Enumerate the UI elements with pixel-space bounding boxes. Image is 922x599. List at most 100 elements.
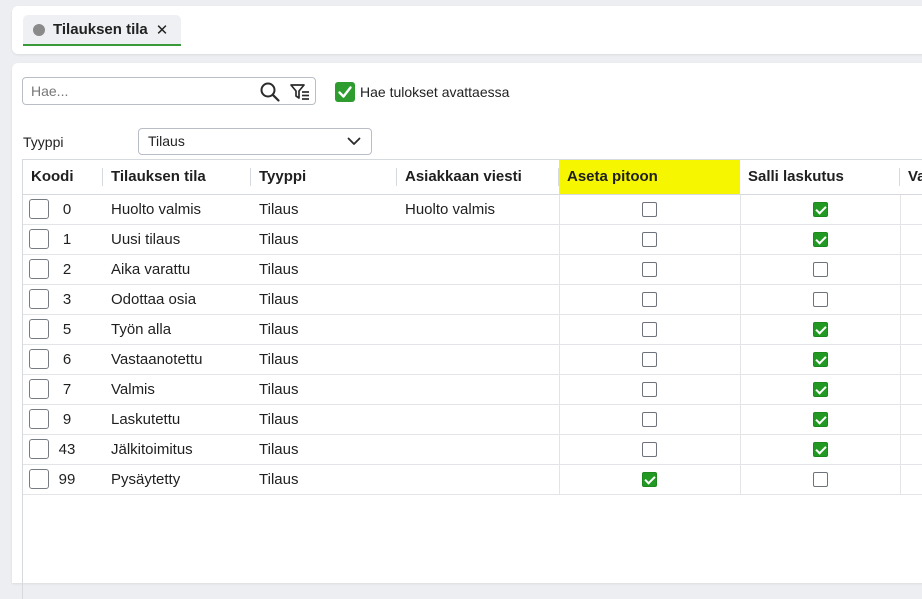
status-cell: Aika varattu: [103, 254, 251, 285]
message-cell: [397, 434, 559, 465]
table-row[interactable]: 6 Vastaanotettu Tilaus: [23, 344, 922, 375]
hold-checkbox[interactable]: [642, 232, 657, 248]
checkmark-icon: [338, 86, 352, 98]
tab-status-dot-icon: [33, 23, 45, 36]
type-cell: Tilaus: [251, 194, 397, 225]
status-cell: Pysäytetty: [103, 464, 251, 495]
row-select-checkbox[interactable]: [29, 319, 49, 339]
invoice-cell: [739, 224, 900, 255]
hold-checkbox[interactable]: [642, 382, 657, 398]
type-cell: Tilaus: [251, 224, 397, 255]
hold-checkbox[interactable]: [642, 292, 657, 308]
type-cell: Tilaus: [251, 314, 397, 345]
column-header-salli-laskutus[interactable]: Salli laskutus: [740, 160, 900, 195]
type-filter-value: Tilaus: [148, 133, 185, 149]
hold-checkbox[interactable]: [642, 442, 657, 458]
message-cell: [397, 224, 559, 255]
hold-checkbox[interactable]: [642, 262, 657, 278]
invoice-checkbox[interactable]: [812, 202, 828, 218]
hold-checkbox[interactable]: [642, 472, 657, 488]
column-header-asiakkaan-viesti[interactable]: Asiakkaan viesti: [397, 160, 559, 195]
invoice-checkbox[interactable]: [812, 442, 828, 458]
hold-cell: [558, 344, 740, 375]
column-header-aseta-pitoon[interactable]: Aseta pitoon: [559, 160, 740, 195]
row-select-checkbox[interactable]: [29, 289, 49, 309]
invoice-checkbox[interactable]: [812, 292, 828, 308]
code-cell: 3: [23, 284, 103, 315]
type-filter-select[interactable]: Tilaus: [138, 128, 372, 155]
hold-cell: [558, 284, 740, 315]
filter-icon[interactable]: [289, 81, 311, 103]
close-icon[interactable]: ✕: [156, 21, 169, 39]
code-value: 99: [58, 470, 76, 488]
tab-bar: Tilauksen tila ✕: [12, 6, 922, 54]
type-cell: Tilaus: [251, 434, 397, 465]
row-select-checkbox[interactable]: [29, 409, 49, 429]
table-row[interactable]: 7 Valmis Tilaus: [23, 374, 922, 405]
message-cell: [397, 344, 559, 375]
code-cell: 2: [23, 254, 103, 285]
invoice-checkbox[interactable]: [812, 232, 828, 248]
extra-cell: [899, 194, 922, 225]
message-cell: [397, 404, 559, 435]
search-input[interactable]: [23, 78, 253, 104]
table-row[interactable]: 99 Pysäytetty Tilaus: [23, 464, 922, 495]
hold-cell: [558, 224, 740, 255]
invoice-checkbox[interactable]: [812, 472, 828, 488]
invoice-cell: [739, 314, 900, 345]
status-cell: Vastaanotettu: [103, 344, 251, 375]
hold-checkbox[interactable]: [642, 412, 657, 428]
invoice-checkbox[interactable]: [812, 322, 828, 338]
hold-checkbox[interactable]: [642, 322, 657, 338]
code-value: 5: [62, 320, 72, 338]
invoice-cell: [739, 464, 900, 495]
column-header-tilauksen-tila[interactable]: Tilauksen tila: [103, 160, 251, 195]
table-row[interactable]: 0 Huolto valmis Tilaus Huolto valmis: [23, 194, 922, 225]
invoice-cell: [739, 344, 900, 375]
invoice-checkbox[interactable]: [812, 382, 828, 398]
invoice-checkbox[interactable]: [812, 352, 828, 368]
column-header-koodi[interactable]: Koodi: [23, 160, 103, 195]
search-on-open-checkbox[interactable]: [335, 82, 355, 102]
hold-checkbox[interactable]: [642, 202, 657, 218]
message-cell: [397, 254, 559, 285]
extra-cell: [899, 434, 922, 465]
row-select-checkbox[interactable]: [29, 379, 49, 399]
row-select-checkbox[interactable]: [29, 349, 49, 369]
tab-tilauksen-tila[interactable]: Tilauksen tila ✕: [23, 15, 181, 46]
status-cell: Laskutettu: [103, 404, 251, 435]
table-row[interactable]: 1 Uusi tilaus Tilaus: [23, 224, 922, 255]
code-cell: 9: [23, 404, 103, 435]
invoice-checkbox[interactable]: [812, 262, 828, 278]
status-cell: Työn alla: [103, 314, 251, 345]
table-row[interactable]: 43 Jälkitoimitus Tilaus: [23, 434, 922, 465]
extra-cell: [899, 254, 922, 285]
status-cell: Uusi tilaus: [103, 224, 251, 255]
row-select-checkbox[interactable]: [29, 259, 49, 279]
table-row[interactable]: 2 Aika varattu Tilaus: [23, 254, 922, 285]
table-row[interactable]: 9 Laskutettu Tilaus: [23, 404, 922, 435]
row-select-checkbox[interactable]: [29, 199, 49, 219]
table-header-row: Koodi Tilauksen tila Tyyppi Asiakkaan vi…: [23, 160, 922, 195]
hold-checkbox[interactable]: [642, 352, 657, 368]
status-grid: Koodi Tilauksen tila Tyyppi Asiakkaan vi…: [22, 159, 922, 599]
row-select-checkbox[interactable]: [29, 469, 49, 489]
code-value: 0: [62, 200, 72, 218]
row-select-checkbox[interactable]: [29, 229, 49, 249]
table-row[interactable]: 5 Työn alla Tilaus: [23, 314, 922, 345]
code-cell: 7: [23, 374, 103, 405]
invoice-cell: [739, 434, 900, 465]
invoice-cell: [739, 194, 900, 225]
code-value: 1: [62, 230, 72, 248]
extra-cell: [899, 404, 922, 435]
column-header-va[interactable]: Va: [900, 160, 922, 195]
column-header-tyyppi[interactable]: Tyyppi: [251, 160, 397, 195]
table-row[interactable]: 3 Odottaa osia Tilaus: [23, 284, 922, 315]
status-cell: Jälkitoimitus: [103, 434, 251, 465]
search-on-open-label: Hae tulokset avattaessa: [360, 84, 510, 100]
invoice-checkbox[interactable]: [812, 412, 828, 428]
code-cell: 6: [23, 344, 103, 375]
row-select-checkbox[interactable]: [29, 439, 49, 459]
search-icon[interactable]: [259, 81, 281, 103]
code-value: 43: [58, 440, 76, 458]
